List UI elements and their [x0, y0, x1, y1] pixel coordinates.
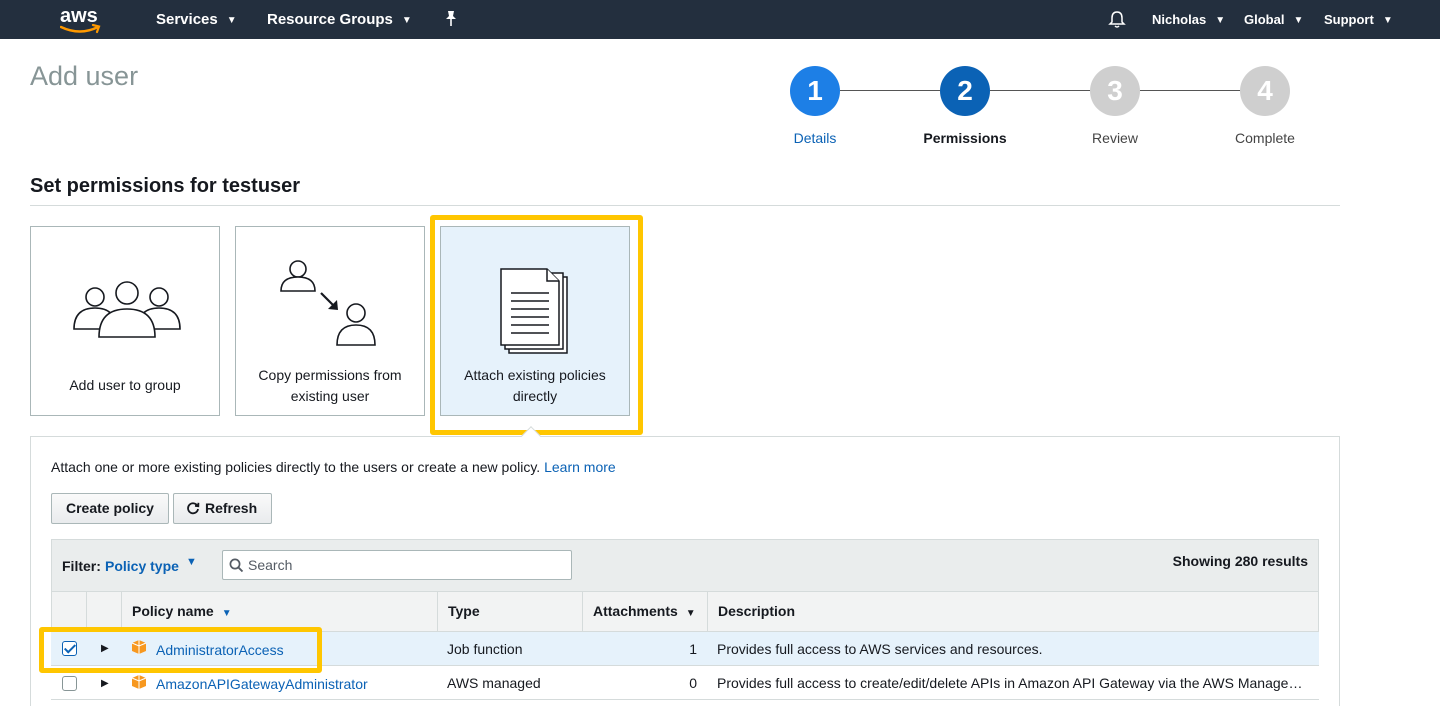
column-header-type[interactable]: Type [448, 591, 480, 632]
row-checkbox[interactable] [62, 676, 77, 691]
policy-icon [131, 675, 147, 689]
services-menu-label: Services [156, 11, 218, 28]
policy-description: Provides full access to AWS services and… [717, 641, 1043, 657]
step-number: 4 [1240, 66, 1290, 116]
step-number: 2 [940, 66, 990, 116]
user-menu-label: Nicholas [1152, 12, 1207, 27]
divider [30, 205, 1340, 206]
refresh-label: Refresh [205, 500, 258, 516]
column-divider [121, 591, 122, 632]
copy-user-icon [280, 260, 376, 346]
step-label: Permissions [923, 130, 1007, 146]
step-number: 1 [790, 66, 840, 116]
expand-row-icon[interactable]: ▶ [101, 678, 109, 689]
intro-text: Attach one or more existing policies dir… [51, 459, 541, 475]
refresh-icon [187, 502, 200, 515]
chevron-down-icon: ▼ [1382, 15, 1393, 26]
bell-icon[interactable] [1108, 10, 1126, 29]
user-menu[interactable]: Nicholas ▼ [1152, 0, 1225, 39]
column-header-description[interactable]: Description [718, 591, 795, 632]
panel-intro: Attach one or more existing policies dir… [51, 459, 616, 475]
attachment-count: 0 [689, 675, 697, 691]
support-menu-label: Support [1324, 12, 1374, 27]
attachment-count: 1 [689, 641, 697, 657]
search-input[interactable] [248, 555, 563, 575]
filter-label: Filter: [62, 558, 101, 574]
search-box[interactable] [222, 550, 572, 580]
column-divider [86, 591, 87, 632]
policy-type: Job function [447, 641, 523, 657]
group-icon [73, 281, 181, 338]
column-divider [707, 591, 708, 632]
step-review: 3 Review [1040, 66, 1190, 146]
policy-name-link[interactable]: AmazonAPIGatewayAdministrator [156, 674, 368, 694]
section-title: Set permissions for testuser [30, 175, 301, 197]
aws-logo[interactable]: aws [58, 4, 106, 34]
step-details[interactable]: 1 Details [740, 66, 890, 146]
option-label: Copy permissions from existing user [258, 367, 402, 404]
column-header-attachments[interactable]: Attachments ▼ [593, 591, 696, 632]
results-count: Showing 280 results [1172, 553, 1308, 569]
support-menu[interactable]: Support ▼ [1324, 0, 1393, 39]
step-label: Details [793, 130, 837, 146]
resource-groups-menu[interactable]: Resource Groups ▼ [267, 0, 412, 39]
region-menu[interactable]: Global ▼ [1244, 0, 1303, 39]
column-header-policy-name[interactable]: Policy name ▼ [132, 591, 232, 632]
learn-more-link[interactable]: Learn more [544, 459, 616, 475]
aws-smile-icon [60, 24, 101, 34]
chevron-down-icon: ▼ [226, 15, 237, 26]
step-number: 3 [1090, 66, 1140, 116]
pin-icon[interactable] [443, 10, 459, 28]
option-label: Add user to group [69, 377, 181, 393]
chevron-down-icon[interactable]: ▼ [186, 556, 197, 568]
policy-type: AWS managed [447, 675, 541, 691]
option-copy-permissions[interactable]: Copy permissions from existing user [235, 226, 425, 416]
page-title: Add user [30, 61, 139, 91]
create-policy-button[interactable]: Create policy [51, 493, 169, 524]
step-permissions: 2 Permissions [890, 66, 1040, 146]
column-divider [437, 591, 438, 632]
region-menu-label: Global [1244, 12, 1285, 27]
top-nav: aws Services ▼ Resource Groups ▼ Nicholas ▼… [0, 0, 1440, 39]
highlight-box [430, 215, 643, 435]
policy-description: Provides full access to create/edit/dele… [717, 675, 1303, 691]
sort-icon: ▼ [685, 608, 696, 619]
option-add-to-group[interactable]: Add user to group [30, 226, 220, 416]
column-header-label: Attachments [593, 603, 678, 619]
services-menu[interactable]: Services ▼ [156, 0, 237, 39]
chevron-down-icon: ▼ [1293, 15, 1304, 26]
resource-groups-label: Resource Groups [267, 11, 393, 28]
step-label: Review [1092, 130, 1138, 146]
highlight-box [39, 627, 322, 673]
column-divider [582, 591, 583, 632]
chevron-down-icon: ▼ [401, 15, 412, 26]
column-header-label: Policy name [132, 603, 214, 619]
refresh-button[interactable]: Refresh [173, 493, 273, 524]
filter-policy-type-dropdown[interactable]: Policy type [105, 558, 179, 574]
step-label: Complete [1235, 130, 1295, 146]
step-complete: 4 Complete [1190, 66, 1340, 146]
search-icon [229, 558, 244, 573]
chevron-down-icon: ▼ [1215, 15, 1226, 26]
